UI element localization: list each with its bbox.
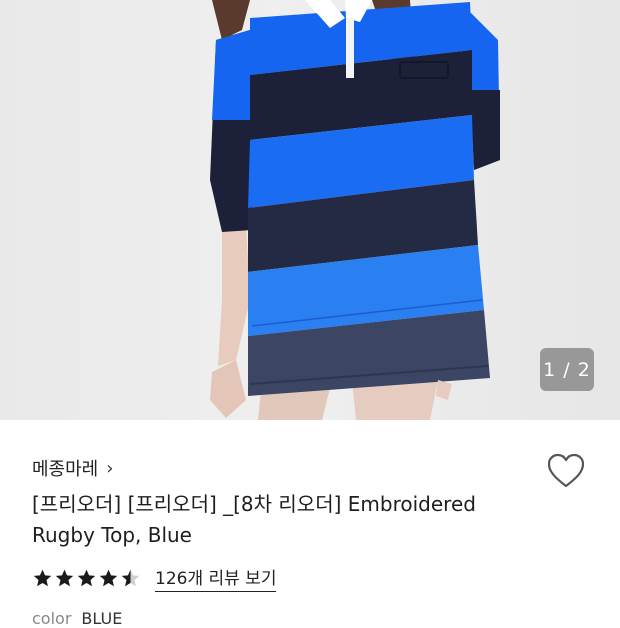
option-value: BLUE xyxy=(81,609,123,628)
chevron-right-icon: › xyxy=(106,457,114,479)
image-counter: 1 / 2 xyxy=(540,348,594,391)
rating-stars xyxy=(32,568,141,589)
star-icon xyxy=(55,569,74,586)
option-row: color BLUE xyxy=(32,609,122,628)
rating-row: 126개 리뷰 보기 xyxy=(32,564,277,592)
reviews-link[interactable]: 126개 리뷰 보기 xyxy=(155,564,277,592)
half-star-icon xyxy=(121,569,140,586)
brand-link[interactable]: 메종마레 › xyxy=(32,455,113,481)
star-icon xyxy=(33,569,52,586)
product-title: [프리오더] [프리오더] _[8차 리오더] Embroidered Rugb… xyxy=(32,492,476,547)
star-icon xyxy=(99,569,118,586)
star-icon xyxy=(77,569,96,586)
brand-name: 메종마레 xyxy=(32,459,99,480)
product-image[interactable]: 1 / 2 xyxy=(0,0,620,420)
option-label: color xyxy=(32,609,72,628)
product-photo-illustration xyxy=(210,0,500,420)
heart-icon[interactable] xyxy=(546,452,586,490)
